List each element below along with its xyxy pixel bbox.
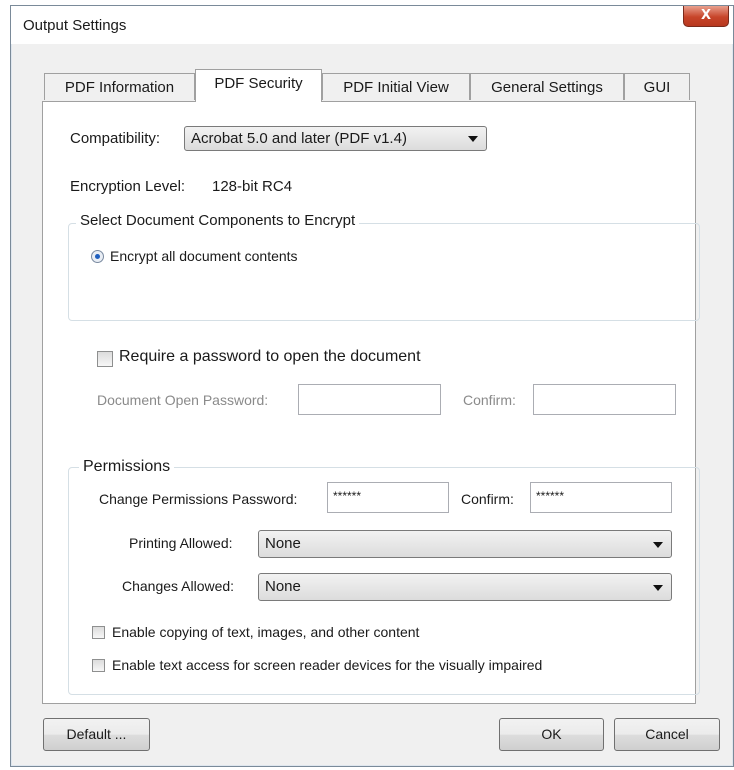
changes-allowed-value: None (265, 578, 301, 595)
chevron-down-icon (653, 585, 663, 591)
tab-pdf-information[interactable]: PDF Information (44, 73, 195, 100)
permissions-confirm-label: Confirm: (461, 491, 514, 507)
enable-copying-label[interactable]: Enable copying of text, images, and othe… (112, 624, 419, 640)
compatibility-value: Acrobat 5.0 and later (PDF v1.4) (191, 130, 407, 147)
printing-allowed-label: Printing Allowed: (129, 535, 233, 551)
permissions-password-input[interactable]: ****** (327, 482, 449, 513)
radio-selected-icon (95, 254, 100, 259)
open-password-label: Document Open Password: (97, 392, 269, 408)
tab-gui[interactable]: GUI (624, 73, 690, 100)
tab-general-settings[interactable]: General Settings (470, 73, 624, 100)
permissions-password-value: ****** (333, 489, 362, 503)
default-button[interactable]: Default ... (43, 718, 150, 751)
compatibility-select[interactable]: Acrobat 5.0 and later (PDF v1.4) (184, 126, 487, 151)
components-groupbox (68, 223, 700, 321)
require-password-checkbox[interactable] (97, 351, 113, 367)
changes-allowed-label: Changes Allowed: (122, 578, 235, 594)
encryption-level-label: Encryption Level: (70, 178, 186, 195)
encryption-level-value: 128-bit RC4 (212, 178, 293, 195)
title-bar[interactable]: Output Settings X (11, 6, 733, 44)
open-confirm-input[interactable] (533, 384, 676, 415)
encrypt-all-radio[interactable] (91, 250, 104, 263)
permissions-confirm-value: ****** (536, 489, 565, 503)
dialog-title: Output Settings (23, 17, 127, 34)
chevron-down-icon (468, 136, 478, 142)
permissions-legend: Permissions (79, 458, 175, 476)
open-password-input[interactable] (298, 384, 441, 415)
enable-copying-checkbox[interactable] (92, 626, 105, 639)
pdf-security-panel: Compatibility: Acrobat 5.0 and later (PD… (42, 101, 700, 704)
open-confirm-label: Confirm: (463, 392, 516, 408)
printing-allowed-select[interactable]: None (258, 530, 672, 558)
tab-pdf-initial-view[interactable]: PDF Initial View (322, 73, 470, 100)
encrypt-all-label[interactable]: Encrypt all document contents (110, 248, 298, 264)
permissions-password-label: Change Permissions Password: (99, 491, 298, 507)
permissions-confirm-input[interactable]: ****** (530, 482, 672, 513)
close-button[interactable]: X (683, 6, 729, 27)
changes-allowed-select[interactable]: None (258, 573, 672, 601)
close-icon: X (700, 8, 712, 23)
printing-allowed-value: None (265, 535, 301, 552)
tab-pdf-security[interactable]: PDF Security (195, 69, 322, 102)
cancel-button[interactable]: Cancel (614, 718, 720, 751)
components-legend: Select Document Components to Encrypt (76, 212, 360, 229)
compatibility-label: Compatibility: (70, 130, 161, 147)
output-settings-dialog: Output Settings X PDF Information PDF Se… (10, 5, 734, 767)
enable-screen-reader-checkbox[interactable] (92, 659, 105, 672)
chevron-down-icon (653, 542, 663, 548)
require-password-label[interactable]: Require a password to open the document (119, 348, 421, 366)
ok-button[interactable]: OK (499, 718, 604, 751)
enable-screen-reader-label[interactable]: Enable text access for screen reader dev… (112, 657, 542, 673)
